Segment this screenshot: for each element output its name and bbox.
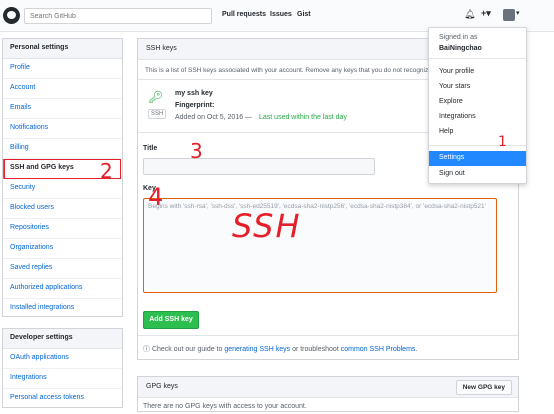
gpg-keys-header: GPG keys New GPG key <box>138 377 518 398</box>
gpg-keys-panel: GPG keys New GPG key There are no GPG ke… <box>137 376 519 412</box>
annotation-ssh-text: SSH <box>232 207 302 245</box>
title-input[interactable] <box>143 158 375 175</box>
sidebar-item-saved-replies[interactable]: Saved replies <box>3 259 122 279</box>
plus-dropdown-icon[interactable]: +▾ <box>481 8 491 19</box>
annotation-step-2: 2 <box>100 159 113 183</box>
bell-icon[interactable]: 🔔︎ <box>464 9 475 20</box>
nav-pull-requests[interactable]: Pull requests <box>222 11 266 18</box>
menu-item-your-profile[interactable]: Your profile <box>429 66 526 81</box>
signed-in-label: Signed in as <box>439 34 478 41</box>
info-icon: ⓘ <box>143 346 150 353</box>
annotation-step-1: 1 <box>498 134 507 150</box>
menu-item-sign-out[interactable]: Sign out <box>429 168 526 183</box>
last-used: Last used within the last day <box>259 114 347 121</box>
developer-settings-nav: Developer settings OAuth applications In… <box>2 328 123 408</box>
new-gpg-key-button[interactable]: New GPG key <box>455 380 512 395</box>
user-dropdown-menu: Signed in as BaiNingchao Your profile Yo… <box>428 27 527 184</box>
guide-middle: or troubleshoot <box>292 346 339 353</box>
sidebar-item-authorized-applications[interactable]: Authorized applications <box>3 279 122 299</box>
annotation-step-4: 4 <box>148 183 164 211</box>
search-input[interactable] <box>24 8 212 24</box>
title-label: Title <box>143 145 158 152</box>
ssh-badge: SSH <box>148 109 167 119</box>
guide-generating-link[interactable]: generating SSH keys <box>224 346 290 353</box>
nav-gist[interactable]: Gist <box>297 11 311 18</box>
key-icon: 🔑︎ <box>148 90 164 104</box>
sidebar-item-repositories[interactable]: Repositories <box>3 219 122 239</box>
sidebar-item-emails[interactable]: Emails <box>3 99 122 119</box>
sidebar-item-account[interactable]: Account <box>3 79 122 99</box>
menu-item-help[interactable]: Help <box>429 126 526 141</box>
key-textarea[interactable]: Begins with 'ssh-rsa', 'ssh-dss', 'ssh-e… <box>143 198 497 293</box>
sidebar-item-organizations[interactable]: Organizations <box>3 239 122 259</box>
sidebar-item-personal-access-tokens[interactable]: Personal access tokens <box>3 389 122 409</box>
added-date: Added on Oct 5, 2016 — <box>175 114 253 121</box>
sidebar-item-integrations[interactable]: Integrations <box>3 369 122 389</box>
personal-settings-title: Personal settings <box>3 39 122 59</box>
ssh-key-name: my ssh key <box>175 90 213 97</box>
developer-settings-title: Developer settings <box>3 329 122 349</box>
add-ssh-key-button[interactable]: Add SSH key <box>143 311 199 329</box>
fingerprint-label: Fingerprint: <box>175 102 215 109</box>
guide-end: . <box>415 346 418 353</box>
sidebar-item-blocked-users[interactable]: Blocked users <box>3 199 122 219</box>
menu-item-integrations[interactable]: Integrations <box>429 111 526 126</box>
github-logo-icon[interactable] <box>3 7 20 24</box>
menu-item-explore[interactable]: Explore <box>429 96 526 111</box>
username: BaiNingchao <box>439 45 482 52</box>
sidebar-item-oauth-applications[interactable]: OAuth applications <box>3 349 122 369</box>
sidebar-item-notifications[interactable]: Notifications <box>3 119 122 139</box>
nav-issues[interactable]: Issues <box>270 11 292 18</box>
annotation-step-3: 3 <box>190 139 203 163</box>
gpg-empty: There are no GPG keys with access to you… <box>143 403 307 410</box>
ssh-description: This is a list of SSH keys associated wi… <box>145 67 434 74</box>
gpg-keys-title: GPG keys <box>146 383 178 390</box>
avatar[interactable] <box>503 9 515 21</box>
divider <box>138 335 518 336</box>
sidebar-item-installed-integrations[interactable]: Installed integrations <box>3 299 122 319</box>
menu-divider <box>429 145 526 146</box>
guide-line: ⓘ Check out our guide to generating SSH … <box>143 344 417 354</box>
menu-item-settings[interactable]: Settings <box>429 151 526 166</box>
menu-divider <box>429 58 526 59</box>
guide-prefix: Check out our guide to <box>151 346 223 353</box>
sidebar-item-billing[interactable]: Billing <box>3 139 122 159</box>
guide-problems-link[interactable]: common SSH Problems <box>341 346 416 353</box>
sidebar-item-profile[interactable]: Profile <box>3 59 122 79</box>
chevron-down-icon[interactable]: ▾ <box>516 9 520 17</box>
menu-item-your-stars[interactable]: Your stars <box>429 81 526 96</box>
